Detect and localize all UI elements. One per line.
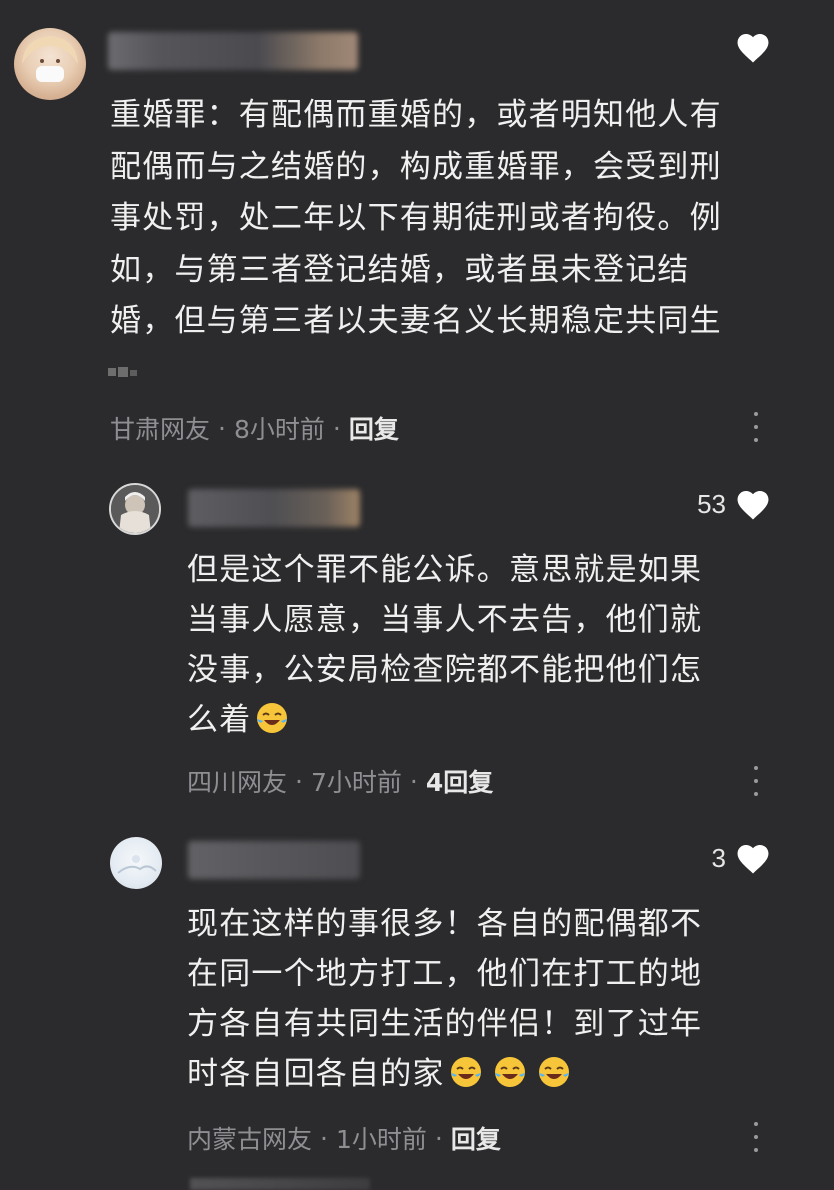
avatar-image xyxy=(117,855,157,874)
comment-meta: 内蒙古网友 · 1小时前 · 回复 xyxy=(187,1120,501,1156)
avatar[interactable] xyxy=(110,837,162,889)
comment-text: 但是这个罪不能公诉。意思就是如果 当事人愿意，当事人不去告，他们就 没事，公安局… xyxy=(187,545,702,745)
separator: · xyxy=(295,766,303,796)
comment-meta: 甘肃网友 · 8小时前 · 回复 xyxy=(110,410,399,446)
timestamp: 1小时前 xyxy=(335,1125,427,1154)
username-blurred[interactable] xyxy=(188,489,360,527)
comment-line: 当事人愿意，当事人不去告，他们就 xyxy=(187,602,703,638)
separator: · xyxy=(218,413,226,443)
like-button[interactable] xyxy=(726,30,772,64)
laughing-crying-emoji-icon xyxy=(538,1057,569,1087)
location-label: 内蒙古网友 xyxy=(187,1125,313,1154)
comment-line: 方各自有共同生活的伴侣！到了过年 xyxy=(187,1006,703,1042)
comment-line: 在同一个地方打工，他们在打工的地 xyxy=(187,956,703,992)
heart-icon xyxy=(737,34,769,63)
comment-text: 现在这样的事很多！各自的配偶都不 在同一个地方打工，他们在打工的地 方各自有共同… xyxy=(187,899,702,1099)
comment-line: 现在这样的事很多！各自的配偶都不 xyxy=(187,906,703,942)
comment-line: 但是这个罪不能公诉。意思就是如果 xyxy=(187,552,703,588)
comment-line: 重婚罪：有配偶而重婚的，或者明知他人有 xyxy=(110,97,722,133)
location-label: 甘肃网友 xyxy=(110,415,211,444)
separator: · xyxy=(332,413,341,443)
comment-line: 婚，但与第三者以夫妻名义长期稳定共同生 xyxy=(110,303,722,339)
comment-meta: 四川网友 · 7小时前 · 4回复 xyxy=(187,763,493,799)
heart-icon xyxy=(737,491,769,520)
reply-button[interactable]: 回复 xyxy=(451,1120,501,1156)
like-button[interactable]: 53 xyxy=(697,487,772,521)
comment-text: 重婚罪：有配偶而重婚的，或者明知他人有 配偶而与之结婚的，构成重婚罪，会受到刑 … xyxy=(110,90,722,348)
separator: · xyxy=(409,766,418,796)
comment-line: 没事，公安局检查院都不能把他们怎 xyxy=(187,652,703,688)
comment-item: 重婚罪：有配偶而重婚的，或者明知他人有 配偶而与之结婚的，构成重婚罪，会受到刑 … xyxy=(0,0,834,460)
comment-line: 事处罚，处二年以下有期徒刑或者拘役。例 xyxy=(110,200,722,236)
reply-count-button[interactable]: 4回复 xyxy=(426,763,493,799)
avatar[interactable] xyxy=(109,483,161,535)
comment-line: 时各自回各自的家 xyxy=(187,1049,702,1099)
comment-line-text: 么着 xyxy=(187,702,252,738)
laughing-crying-emoji-icon xyxy=(450,1057,481,1087)
timestamp: 7小时前 xyxy=(310,768,402,797)
heart-icon xyxy=(737,845,769,874)
timestamp: 8小时前 xyxy=(233,415,325,444)
more-options-icon[interactable] xyxy=(746,766,766,796)
avatar-image xyxy=(111,485,159,533)
reply-button[interactable]: 回复 xyxy=(349,410,399,446)
comment-line: 如，与第三者登记结婚，或者虽未登记结 xyxy=(110,251,690,288)
separator: · xyxy=(434,1123,443,1153)
comment-line: 配偶而与之结婚的，构成重婚罪，会受到刑 xyxy=(110,148,722,185)
location-label: 四川网友 xyxy=(187,768,288,797)
like-button[interactable]: 3 xyxy=(712,841,772,875)
comment-line: 么着 xyxy=(187,695,702,745)
laughing-crying-emoji-icon xyxy=(494,1057,525,1087)
truncated-text-fragment xyxy=(108,367,137,377)
username-blurred[interactable] xyxy=(108,32,358,70)
reply-item: 53 但是这个罪不能公诉。意思就是如果 当事人愿意，当事人不去告，他们就 没事，… xyxy=(0,470,834,820)
more-options-icon[interactable] xyxy=(746,412,766,442)
separator: · xyxy=(320,1123,328,1153)
laughing-crying-emoji-icon xyxy=(257,703,288,733)
avatar[interactable] xyxy=(14,28,86,100)
next-comment-partial xyxy=(190,1178,370,1190)
avatar-image xyxy=(22,36,78,82)
username-blurred[interactable] xyxy=(188,841,360,879)
like-count: 53 xyxy=(697,488,726,519)
comment-line-text: 时各自回各自的家 xyxy=(187,1056,445,1092)
reply-item: 3 现在这样的事很多！各自的配偶都不 在同一个地方打工，他们在打工的地 方各自有… xyxy=(0,825,834,1175)
more-options-icon[interactable] xyxy=(746,1122,766,1152)
like-count: 3 xyxy=(711,842,726,873)
